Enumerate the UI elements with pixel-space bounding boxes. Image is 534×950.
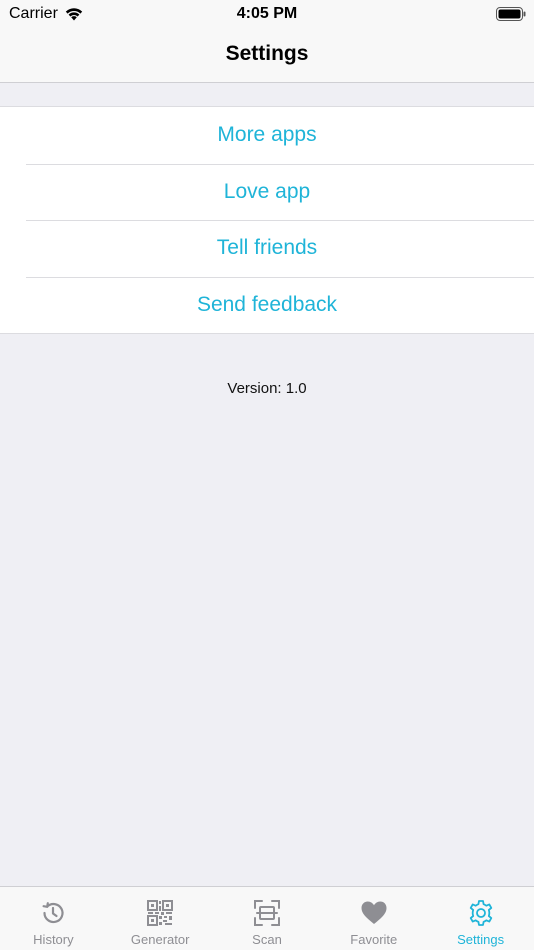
tab-generator-label: Generator bbox=[130, 932, 190, 947]
scan-icon bbox=[253, 900, 280, 926]
status-time: 4:05 PM bbox=[236, 5, 298, 22]
heart-icon bbox=[361, 901, 387, 924]
send-feedback-button[interactable]: Send feedback bbox=[0, 276, 534, 334]
tab-bar: History Generator Scan Favorite Settings bbox=[0, 886, 534, 950]
tab-settings[interactable]: Settings bbox=[427, 887, 534, 950]
tab-scan[interactable]: Scan bbox=[214, 887, 321, 950]
navigation-bar: Settings bbox=[0, 30, 534, 83]
version-label: Version: 1.0 bbox=[227, 380, 307, 397]
tab-favorite-label: Favorite bbox=[350, 932, 398, 947]
page-title: Settings bbox=[225, 42, 309, 65]
tab-history-label: History bbox=[33, 932, 74, 947]
tab-generator[interactable]: Generator bbox=[107, 887, 214, 950]
settings-screen: Carrier 4:05 PM Settings More apps Love … bbox=[0, 0, 534, 950]
settings-menu: More apps Love app Tell friends Send fee… bbox=[0, 106, 534, 334]
tab-history[interactable]: History bbox=[0, 887, 107, 950]
tab-settings-label: Settings bbox=[457, 932, 505, 947]
status-bar: Carrier 4:05 PM bbox=[0, 0, 534, 30]
qr-code-icon bbox=[147, 900, 174, 926]
more-apps-button[interactable]: More apps bbox=[0, 107, 534, 164]
tab-favorite[interactable]: Favorite bbox=[320, 887, 427, 950]
tab-scan-label: Scan bbox=[252, 932, 282, 947]
love-app-button[interactable]: Love app bbox=[0, 163, 534, 221]
tell-friends-button[interactable]: Tell friends bbox=[0, 220, 534, 277]
history-icon bbox=[42, 902, 64, 924]
gear-icon bbox=[469, 900, 492, 926]
battery-icon bbox=[496, 7, 526, 21]
